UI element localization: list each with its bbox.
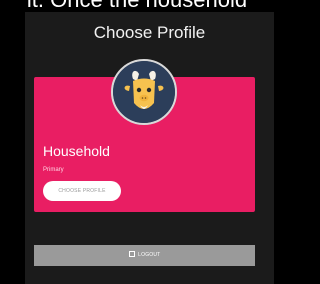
dialog-title: Choose Profile [93,23,206,42]
logout-label: LOGOUT [138,252,161,258]
profile-name: Household [43,143,110,159]
goat-avatar-icon [111,59,177,125]
logout-button[interactable]: LOGOUT [34,245,255,266]
choose-profile-button[interactable]: CHOOSE PROFILE [43,181,121,201]
background-text: it. Once the household [0,0,274,10]
app-page: it. Once the household Choose Profile Ho… [0,0,274,284]
profile-role: Primary [43,167,64,173]
logout-icon [128,250,135,257]
